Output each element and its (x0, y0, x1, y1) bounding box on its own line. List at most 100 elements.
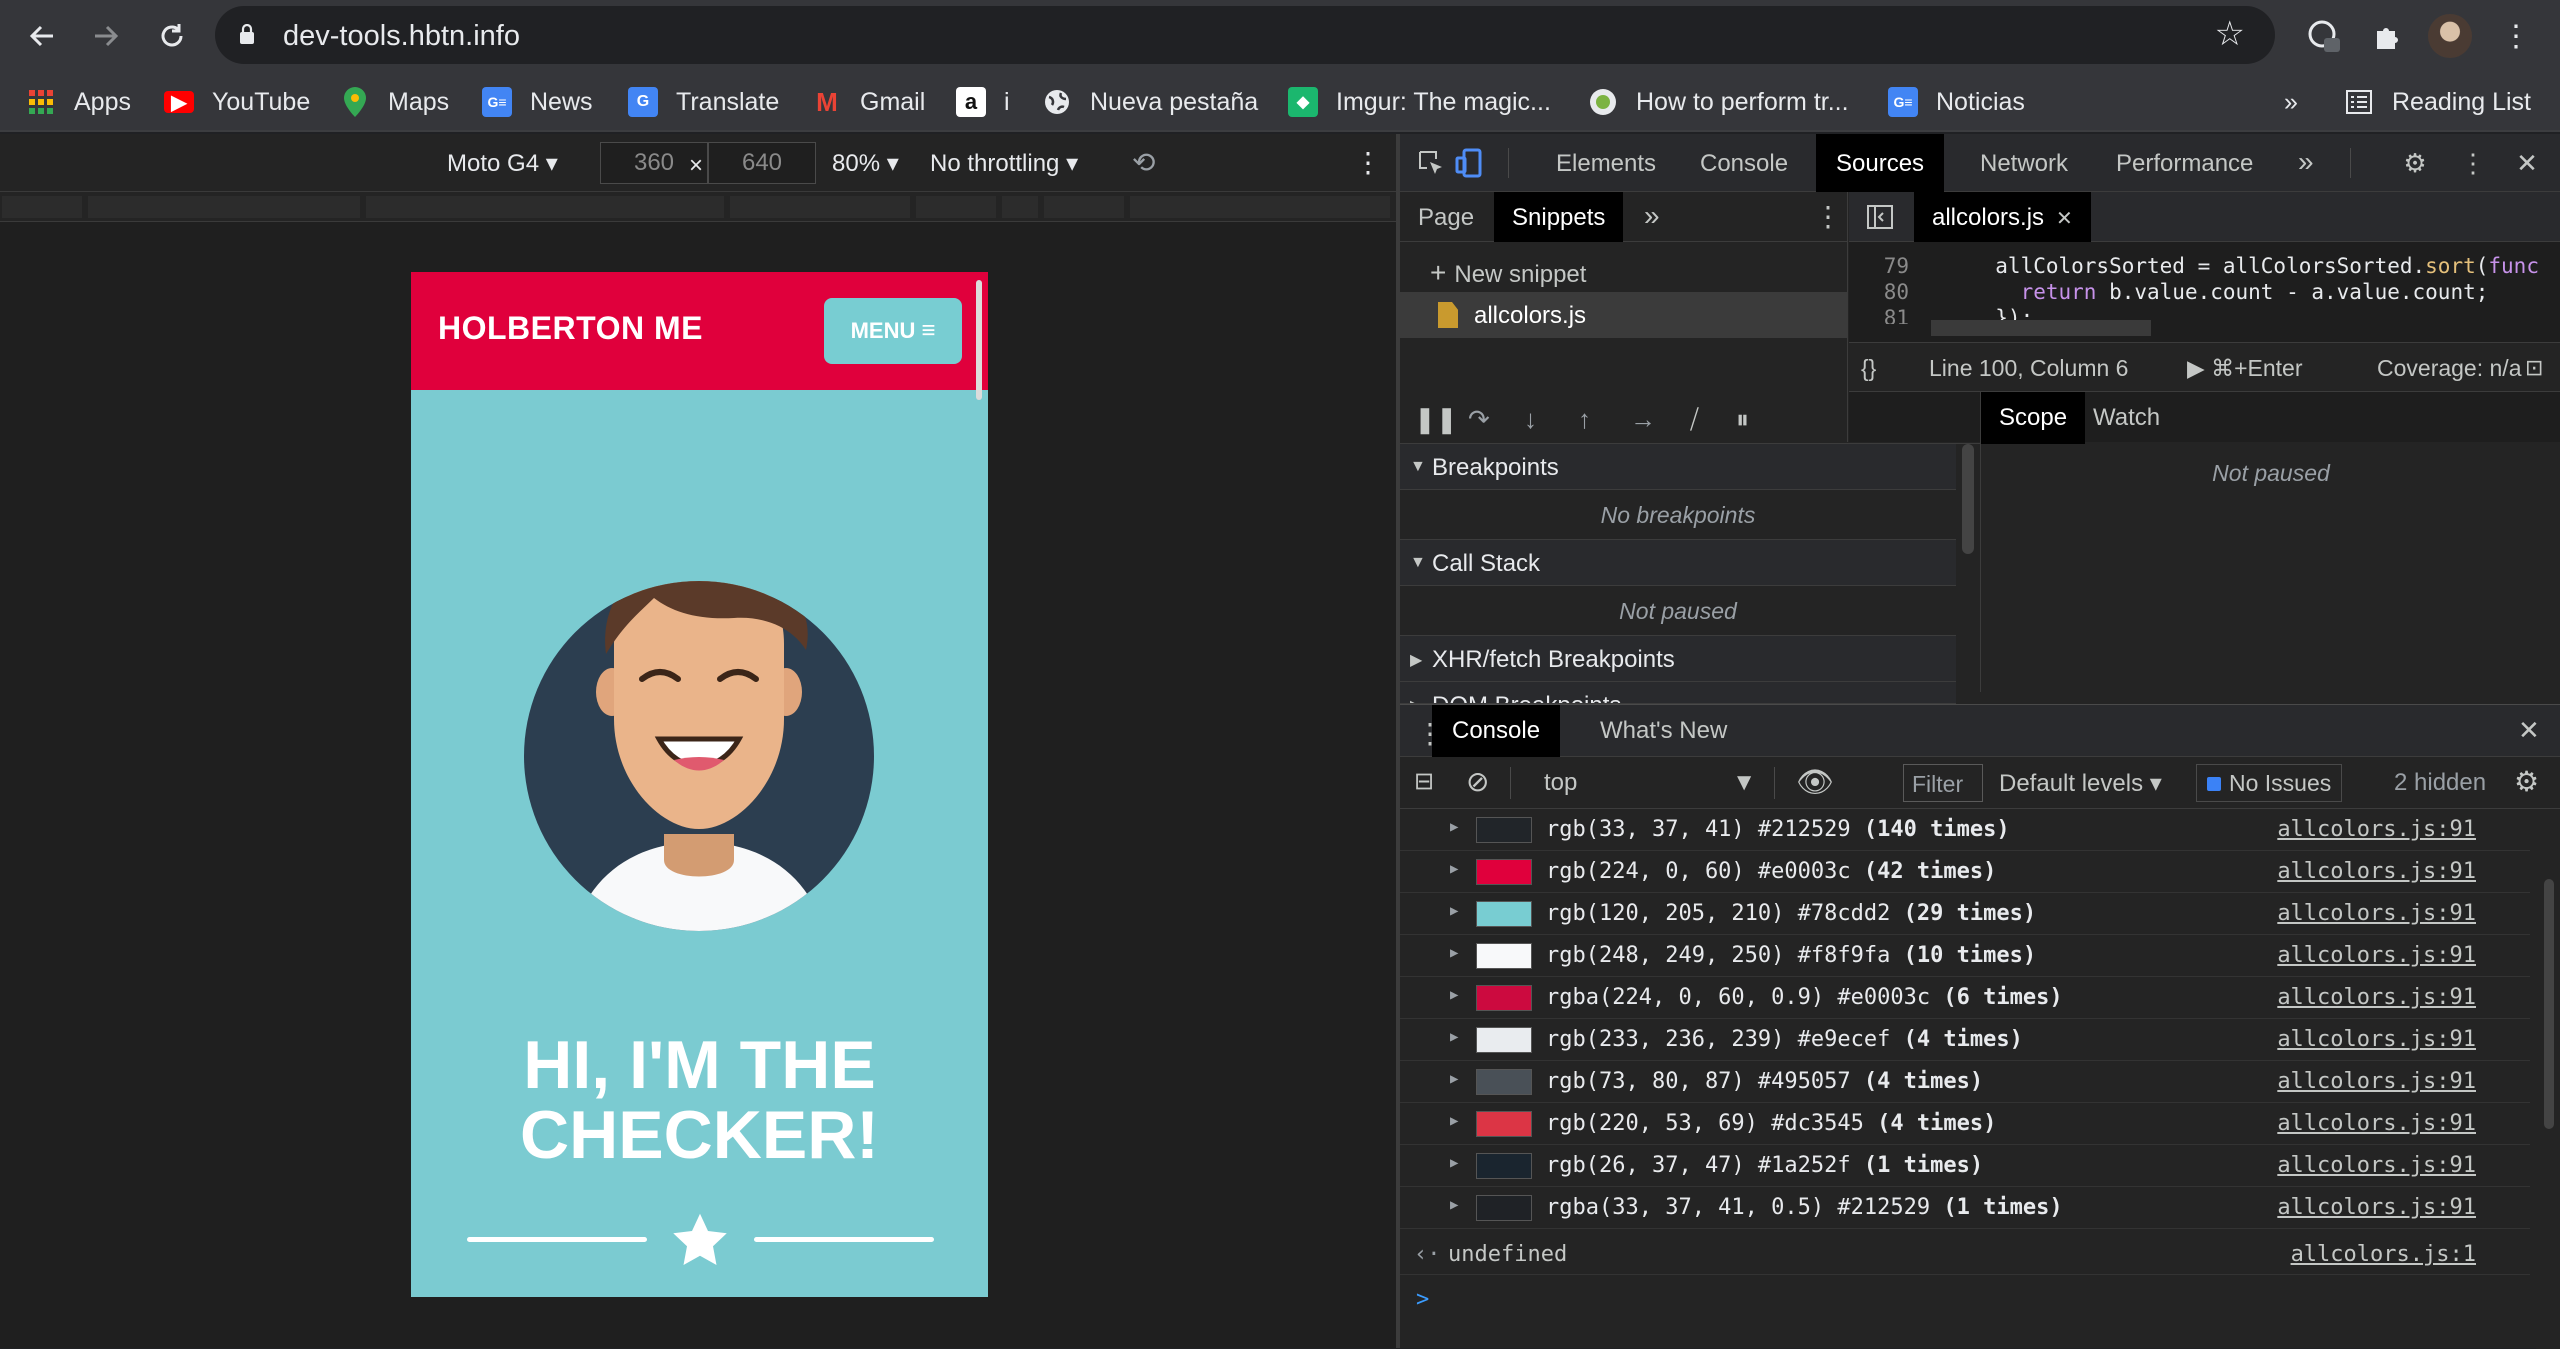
bookmark-star-icon[interactable]: ☆ (2215, 14, 2245, 54)
step-into-icon[interactable]: ↓ (1524, 404, 1537, 435)
step-over-icon[interactable]: ↷ (1468, 404, 1490, 435)
console-log-row[interactable]: ▶ rgba(224, 0, 60, 0.9) #e0003c (6 times)… (1400, 977, 2530, 1019)
log-source-link[interactable]: allcolors.js:91 (2277, 859, 2476, 884)
log-source-link[interactable]: allcolors.js:91 (2277, 1069, 2476, 1094)
throttling-select[interactable]: No throttling ▾ (930, 149, 1078, 178)
bookmark-translate[interactable]: G Translate (628, 84, 779, 120)
drawer-tab-whats-new[interactable]: What's New (1600, 717, 1727, 745)
forward-button[interactable] (82, 12, 130, 60)
bookmarks-overflow-button[interactable]: » (2284, 84, 2298, 120)
navigator-more-button[interactable]: » (1644, 200, 1660, 232)
bookmark-nueva-pestana[interactable]: Nueva pestaña (1042, 84, 1258, 120)
reload-button[interactable] (148, 12, 196, 60)
breakpoints-section-header[interactable]: ▼ Breakpoints (1400, 444, 1956, 490)
device-toolbar-menu-icon[interactable]: ⋮ (1354, 146, 1382, 179)
pause-on-exceptions-icon[interactable]: ⏸ (1736, 404, 1749, 436)
drawer-tab-console[interactable]: Console (1432, 705, 1561, 757)
extension-icon[interactable] (2302, 14, 2346, 58)
pretty-print-button[interactable]: {} (1861, 355, 1876, 382)
navigator-tab-page[interactable]: Page (1418, 204, 1474, 232)
toggle-debugger-icon[interactable]: ⊡ (2525, 355, 2543, 381)
media-query-segment[interactable] (88, 196, 360, 218)
console-scrollbar[interactable] (2536, 809, 2560, 1349)
devtools-menu-icon[interactable]: ⋮ (2456, 146, 2490, 180)
console-log-row[interactable]: ▶ rgb(33, 37, 41) #212529 (140 times) allc… (1400, 809, 2530, 851)
profile-avatar[interactable] (2428, 14, 2472, 58)
back-button[interactable] (18, 12, 66, 60)
log-levels-select[interactable]: Default levels ▾ (1999, 769, 2162, 798)
debugger-scrollbar[interactable] (1956, 444, 1980, 704)
log-source-link[interactable]: allcolors.js:91 (2277, 817, 2476, 842)
run-snippet-button[interactable]: ▶ ⌘+Enter (2187, 355, 2302, 382)
console-log-row[interactable]: ▶ rgb(233, 236, 239) #e9ecef (4 times) all… (1400, 1019, 2530, 1061)
expand-triangle-icon[interactable]: ▶ (1450, 1071, 1458, 1087)
device-select[interactable]: Moto G4 ▾ (447, 149, 558, 178)
console-log-row[interactable]: ▶ rgb(73, 80, 87) #495057 (4 times) allcol… (1400, 1061, 2530, 1103)
call-stack-section-header[interactable]: ▼ Call Stack (1400, 540, 1956, 586)
log-source-link[interactable]: allcolors.js:91 (2277, 1111, 2476, 1136)
step-out-icon[interactable]: ↑ (1578, 404, 1591, 435)
log-source-link[interactable]: allcolors.js:91 (2277, 1153, 2476, 1178)
navigator-menu-icon[interactable]: ⋮ (1814, 200, 1842, 233)
bookmark-maps[interactable]: Maps (340, 84, 449, 120)
tab-scope[interactable]: Scope (1981, 392, 2086, 444)
snippet-item[interactable]: allcolors.js (1400, 292, 1848, 338)
chrome-menu-icon[interactable]: ⋮ (2494, 14, 2538, 58)
tab-elements[interactable]: Elements (1556, 150, 1656, 178)
log-source-link[interactable]: allcolors.js:91 (2277, 1195, 2476, 1220)
editor-file-tab[interactable]: allcolors.js ✕ (1914, 192, 2091, 242)
editor-horizontal-scrollbar[interactable] (1931, 320, 2151, 336)
console-prompt[interactable]: > (1416, 1287, 1429, 1312)
inspect-element-icon[interactable] (1414, 146, 1448, 180)
log-source-link[interactable]: allcolors.js:91 (2277, 901, 2476, 926)
pause-icon[interactable]: ❚❚ (1414, 404, 1458, 435)
zoom-select[interactable]: 80% ▾ (832, 149, 899, 178)
bookmark-imgur[interactable]: ◆ Imgur: The magic... (1288, 84, 1551, 120)
console-log-row[interactable]: ▶ rgb(26, 37, 47) #1a252f (1 times) allcol… (1400, 1145, 2530, 1187)
media-query-segment[interactable] (366, 196, 724, 218)
media-query-segment[interactable] (730, 196, 910, 218)
address-bar[interactable]: dev-tools.hbtn.info ☆ (215, 6, 2275, 64)
console-settings-gear-icon[interactable]: ⚙ (2514, 765, 2539, 798)
deactivate-breakpoints-icon[interactable]: ⧸ (1690, 404, 1699, 436)
expand-triangle-icon[interactable]: ▶ (1450, 987, 1458, 1003)
expand-triangle-icon[interactable]: ▶ (1450, 819, 1458, 835)
log-source-link[interactable]: allcolors.js:91 (2277, 985, 2476, 1010)
step-icon[interactable]: → (1630, 404, 1656, 435)
filter-input[interactable]: Filter (1903, 764, 1983, 802)
live-expression-eye-icon[interactable]: 👁 (1796, 765, 1834, 800)
tab-network[interactable]: Network (1980, 150, 2068, 178)
tab-console[interactable]: Console (1700, 150, 1788, 178)
more-tabs-button[interactable]: » (2298, 146, 2314, 178)
tab-sources[interactable]: Sources (1816, 134, 1945, 192)
expand-triangle-icon[interactable]: ▶ (1450, 1197, 1458, 1213)
device-toggle-icon[interactable] (1452, 146, 1486, 180)
close-tab-icon[interactable]: ✕ (2056, 208, 2073, 230)
menu-button[interactable]: MENU ≡ (824, 298, 962, 364)
expand-triangle-icon[interactable]: ▶ (1450, 861, 1458, 877)
viewport-scrollbar[interactable] (976, 280, 982, 400)
expand-triangle-icon[interactable]: ▶ (1450, 1155, 1458, 1171)
media-query-segment[interactable] (1130, 196, 1390, 218)
close-devtools-icon[interactable]: ✕ (2510, 146, 2544, 180)
url-text[interactable]: dev-tools.hbtn.info (283, 20, 520, 53)
navigator-tab-snippets[interactable]: Snippets (1494, 192, 1624, 242)
tab-performance[interactable]: Performance (2116, 150, 2253, 178)
dom-breakpoints-section-header[interactable]: ▶ DOM Breakpoints (1400, 682, 1956, 704)
media-query-segment[interactable] (2, 196, 82, 218)
puzzle-extensions-icon[interactable] (2366, 14, 2410, 58)
height-input[interactable]: 640 (708, 142, 816, 184)
rotate-icon[interactable]: ⟲ (1132, 146, 1155, 179)
xhr-breakpoints-section-header[interactable]: ▶ XHR/fetch Breakpoints (1400, 636, 1956, 682)
tab-watch[interactable]: Watch (2093, 404, 2160, 432)
settings-gear-icon[interactable]: ⚙ (2398, 146, 2432, 180)
reading-list-button[interactable]: Reading List (2344, 84, 2531, 120)
bookmark-youtube[interactable]: ▶ YouTube (164, 84, 310, 120)
site-logo[interactable]: HOLBERTON ME (438, 310, 703, 347)
console-log-row[interactable]: ▶ rgb(248, 249, 250) #f8f9fa (10 times) al… (1400, 935, 2530, 977)
expand-triangle-icon[interactable]: ▶ (1450, 1029, 1458, 1045)
context-select[interactable]: top ▼ (1526, 769, 1756, 803)
expand-triangle-icon[interactable]: ▶ (1450, 1113, 1458, 1129)
log-source-link[interactable]: allcolors.js:91 (2277, 1027, 2476, 1052)
log-source-link[interactable]: allcolors.js:91 (2277, 943, 2476, 968)
